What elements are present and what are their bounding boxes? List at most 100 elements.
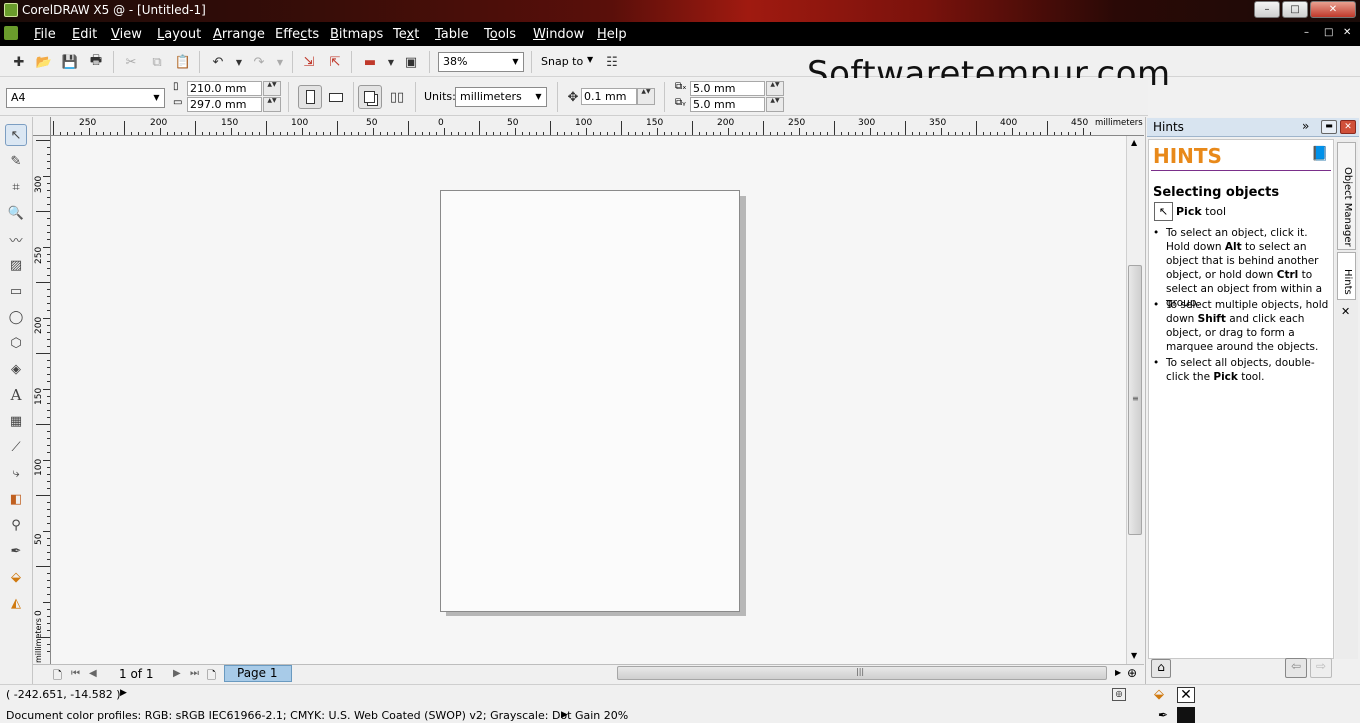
height-spinner[interactable]: ▲▼ [263,97,281,112]
color-profiles-text[interactable]: Document color profiles: RGB: sRGB IEC61… [6,709,628,722]
zoom-navigator-icon[interactable]: ⊕ [1127,666,1137,680]
copy-icon[interactable]: ⧉ [146,51,168,73]
freehand-tool-icon[interactable]: 〰 [5,228,27,250]
save-icon[interactable]: 💾 [59,51,81,73]
duplicate-distance-y-field[interactable]: 5.0 mm [690,97,765,112]
menu-tools[interactable]: Tools [484,27,516,42]
fill-tool-icon[interactable]: ⬙ [5,566,27,588]
crop-tool-icon[interactable]: ⌗ [5,176,27,198]
undo-dropdown-icon[interactable]: ▼ [228,51,250,73]
polygon-tool-icon[interactable]: ⬡ [5,332,27,354]
paste-icon[interactable]: 📋 [172,51,194,73]
previous-page-icon[interactable]: ◀ [89,668,97,679]
maximize-button[interactable]: □ [1282,1,1308,18]
shape-tool-icon[interactable]: ✎ [5,150,27,172]
horizontal-scroll-thumb[interactable]: ||| [617,666,1107,680]
menu-view[interactable]: View [111,27,142,42]
welcome-screen-icon[interactable]: ▣ [400,51,422,73]
connector-tool-icon[interactable]: ⤷ [5,462,27,484]
minimize-button[interactable]: – [1254,1,1280,18]
docker-close-button[interactable]: ✕ [1340,120,1356,134]
pick-tool-icon[interactable]: ↖ [5,124,27,146]
width-spinner[interactable]: ▲▼ [263,81,281,96]
eyedropper-tool-icon[interactable]: ⚲ [5,514,27,536]
close-button[interactable]: ✕ [1310,1,1356,18]
menu-bitmaps[interactable]: Bitmaps [330,27,383,42]
coords-flyout-icon[interactable]: ▶ [120,688,127,698]
horizontal-ruler[interactable]: 250 200 150 100 50 0 50 100 150 200 250 … [51,117,1144,136]
drawing-page[interactable] [440,190,740,612]
menu-effects[interactable]: Effects [275,27,319,42]
hints-home-button[interactable]: ⌂ [1151,659,1171,678]
profiles-flyout-icon[interactable]: ▶ [561,710,568,720]
redo-dropdown-icon[interactable]: ▼ [269,51,291,73]
doc-close-button[interactable]: ✕ [1343,27,1351,38]
cut-icon[interactable]: ✂ [120,51,142,73]
interactive-fill-tool-icon[interactable]: ◭ [5,592,27,614]
dup-y-spinner[interactable]: ▲▼ [766,97,784,112]
units-combo[interactable]: millimeters ▼ [455,87,547,107]
snapshot-icon[interactable]: ◎ [1112,688,1126,701]
print-icon[interactable]: 🖶 [85,51,107,73]
dup-x-spinner[interactable]: ▲▼ [766,81,784,96]
ruler-origin[interactable] [33,117,51,136]
zoom-level-combo[interactable]: 38% ▼ [438,52,524,72]
first-page-icon[interactable]: ⏮ [71,668,80,679]
doc-icon[interactable] [4,26,18,40]
import-icon[interactable]: ⇲ [298,51,320,73]
dimension-tool-icon[interactable]: ⟋ [5,436,27,458]
duplicate-distance-x-field[interactable]: 5.0 mm [690,81,765,96]
outline-color-swatch[interactable] [1177,707,1195,723]
outline-pen-icon[interactable]: ✒ [1158,708,1168,722]
redo-icon[interactable]: ↷ [248,51,270,73]
page-tab-page-1[interactable]: Page 1 [224,665,292,682]
page-height-field[interactable]: 297.0 mm [187,97,262,112]
landscape-icon[interactable] [329,93,343,102]
menu-layout[interactable]: Layout [157,27,201,42]
rectangle-tool-icon[interactable]: ▭ [5,280,27,302]
snap-to-button[interactable]: Snap to [541,55,583,68]
fill-indicator-icon[interactable]: ⬙ [1154,687,1164,702]
tab-object-manager[interactable]: Object Manager [1337,142,1356,250]
docker-expand-icon[interactable]: » [1302,119,1309,133]
application-launcher-icon[interactable]: ▬ [359,51,381,73]
menu-text[interactable]: Text [393,27,419,42]
smart-fill-tool-icon[interactable]: ▨ [5,254,27,276]
ellipse-tool-icon[interactable]: ◯ [5,306,27,328]
undo-icon[interactable]: ↶ [207,51,229,73]
menu-edit[interactable]: Edit [72,27,97,42]
close-tab-icon[interactable]: ✕ [1341,305,1350,318]
doc-minimize-button[interactable]: – [1304,27,1309,38]
export-icon[interactable]: ⇱ [324,51,346,73]
current-page-icon[interactable]: ▯▯ [386,86,408,108]
open-folder-icon[interactable]: 📂 [33,51,55,73]
hints-back-button[interactable]: ⇦ [1285,658,1307,678]
menu-table[interactable]: Table [435,27,469,42]
table-tool-icon[interactable]: ▦ [5,410,27,432]
nudge-spinner[interactable]: ▲▼ [637,88,655,105]
portrait-button[interactable] [298,85,322,109]
text-tool-icon[interactable]: A [5,384,27,406]
launcher-dropdown-icon[interactable]: ▼ [380,51,402,73]
outline-tool-icon[interactable]: ✒ [5,540,27,562]
scroll-right-icon[interactable]: ▶ [1115,668,1121,677]
page-width-field[interactable]: 210.0 mm [187,81,262,96]
nudge-distance-field[interactable]: 0.1 mm [581,88,637,105]
last-page-icon[interactable]: ⏭ [190,668,199,679]
menu-window[interactable]: Window [533,27,584,42]
hints-forward-button[interactable]: ⇨ [1310,658,1332,678]
vertical-scroll-thumb[interactable]: ≡ [1128,265,1142,535]
zoom-tool-icon[interactable]: 🔍 [5,202,27,224]
menu-help[interactable]: Help [597,27,627,42]
snap-to-dropdown-icon[interactable]: ▼ [587,55,593,64]
vertical-ruler[interactable]: 300 250 200 150 100 50 0 millimeters [33,136,51,664]
docker-minimize-button[interactable]: ▬ [1321,120,1337,134]
all-pages-button[interactable] [358,85,382,109]
basic-shapes-tool-icon[interactable]: ◈ [5,358,27,380]
scroll-down-icon[interactable]: ▼ [1131,651,1137,660]
no-fill-swatch[interactable]: ✕ [1177,687,1195,703]
menu-arrange[interactable]: Arrange [213,27,265,42]
scroll-up-icon[interactable]: ▲ [1131,138,1137,147]
page-size-combo[interactable]: A4 ▼ [6,88,165,108]
new-document-icon[interactable]: ✚ [8,51,30,73]
